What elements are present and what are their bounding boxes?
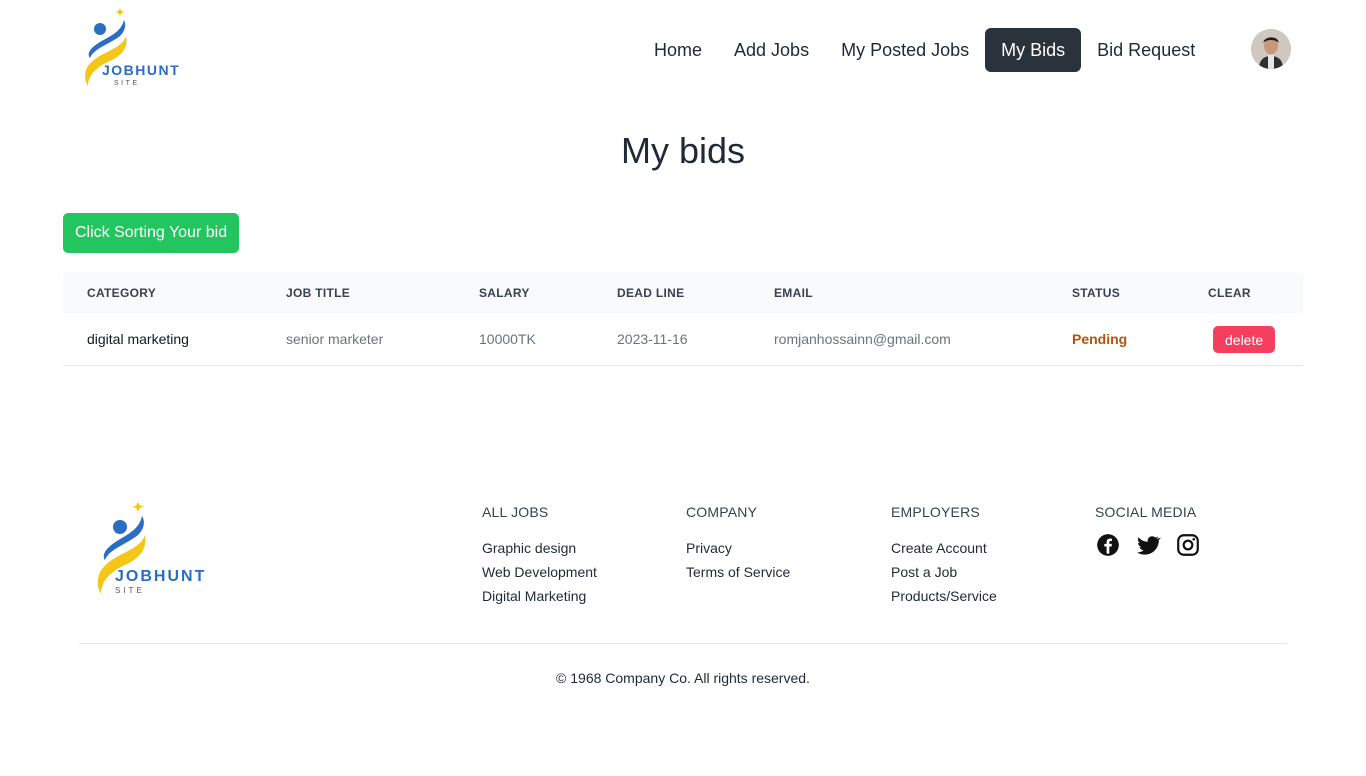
twitter-icon[interactable]: [1135, 532, 1161, 558]
footer-heading: COMPANY: [686, 504, 758, 520]
logo-text: JOBHUNT: [102, 62, 180, 78]
bids-table: CATEGORY JOB TITLE SALARY DEAD LINE EMAI…: [63, 273, 1303, 366]
page-title: My bids: [620, 130, 746, 171]
nav-add-jobs[interactable]: Add Jobs: [718, 28, 825, 72]
footer-link-graphic-design[interactable]: Graphic design: [482, 536, 597, 560]
table-header: CATEGORY JOB TITLE SALARY DEAD LINE EMAI…: [63, 273, 1303, 313]
footer-link-terms[interactable]: Terms of Service: [686, 560, 790, 584]
sort-bids-button[interactable]: Click Sorting Your bid: [63, 213, 240, 253]
cell-job-title: senior marketer: [286, 331, 384, 347]
header-category: CATEGORY: [87, 286, 157, 300]
cell-category: digital marketing: [87, 331, 189, 347]
footer-social: SOCIAL MEDIA: [1095, 504, 1201, 558]
facebook-icon[interactable]: [1095, 532, 1121, 558]
header-salary: SALARY: [479, 286, 530, 300]
status-badge: Pending: [1072, 331, 1128, 347]
footer-heading: EMPLOYERS: [891, 504, 980, 520]
header-email: EMAIL: [774, 286, 813, 300]
footer-link-create-account[interactable]: Create Account: [891, 536, 997, 560]
nav-home[interactable]: Home: [638, 28, 718, 72]
nav-my-bids[interactable]: My Bids: [985, 28, 1082, 72]
instagram-icon[interactable]: [1175, 532, 1201, 558]
user-avatar[interactable]: [1251, 29, 1291, 69]
footer-company: COMPANY Privacy Terms of Service: [686, 504, 790, 584]
nav-my-posted-jobs[interactable]: My Posted Jobs: [825, 28, 985, 72]
cell-email: romjanhossainn@gmail.com: [774, 331, 951, 347]
cell-deadline: 2023-11-16: [617, 331, 688, 347]
nav-bid-request[interactable]: Bid Request: [1081, 28, 1211, 72]
footer-link-privacy[interactable]: Privacy: [686, 536, 790, 560]
footer-employers: EMPLOYERS Create Account Post a Job Prod…: [891, 504, 997, 608]
footer-heading: SOCIAL MEDIA: [1095, 504, 1197, 520]
main-nav: Home Add Jobs My Posted Jobs My Bids Bid…: [638, 28, 1211, 72]
site-header: JOBHUNT SITE Home Add Jobs My Posted Job…: [0, 0, 1366, 100]
footer-divider: [79, 643, 1287, 644]
site-logo[interactable]: JOBHUNT SITE: [80, 8, 192, 88]
footer-logo-text: JOBHUNT: [115, 568, 206, 585]
footer-all-jobs: ALL JOBS Graphic design Web Development …: [482, 504, 597, 608]
logo-subtext: SITE: [114, 80, 140, 87]
header-clear: CLEAR: [1208, 286, 1251, 300]
header-job-title: JOB TITLE: [286, 286, 351, 300]
footer-link-web-development[interactable]: Web Development: [482, 560, 597, 584]
footer-logo[interactable]: JOBHUNT SITE: [92, 502, 222, 596]
delete-button[interactable]: delete: [1213, 326, 1276, 353]
table-row: digital marketing senior marketer 10000T…: [63, 313, 1303, 366]
cell-salary: 10000TK: [479, 331, 536, 347]
footer-link-digital-marketing[interactable]: Digital Marketing: [482, 584, 597, 608]
footer-heading: ALL JOBS: [482, 504, 549, 520]
copyright-text: © 1968 Company Co. All rights reserved.: [556, 670, 810, 686]
header-status: STATUS: [1072, 286, 1121, 300]
header-deadline: DEAD LINE: [617, 286, 685, 300]
social-links: [1095, 532, 1201, 558]
footer-logo-subtext: SITE: [115, 586, 145, 595]
footer-link-products-service[interactable]: Products/Service: [891, 584, 997, 608]
footer-link-post-job[interactable]: Post a Job: [891, 560, 997, 584]
